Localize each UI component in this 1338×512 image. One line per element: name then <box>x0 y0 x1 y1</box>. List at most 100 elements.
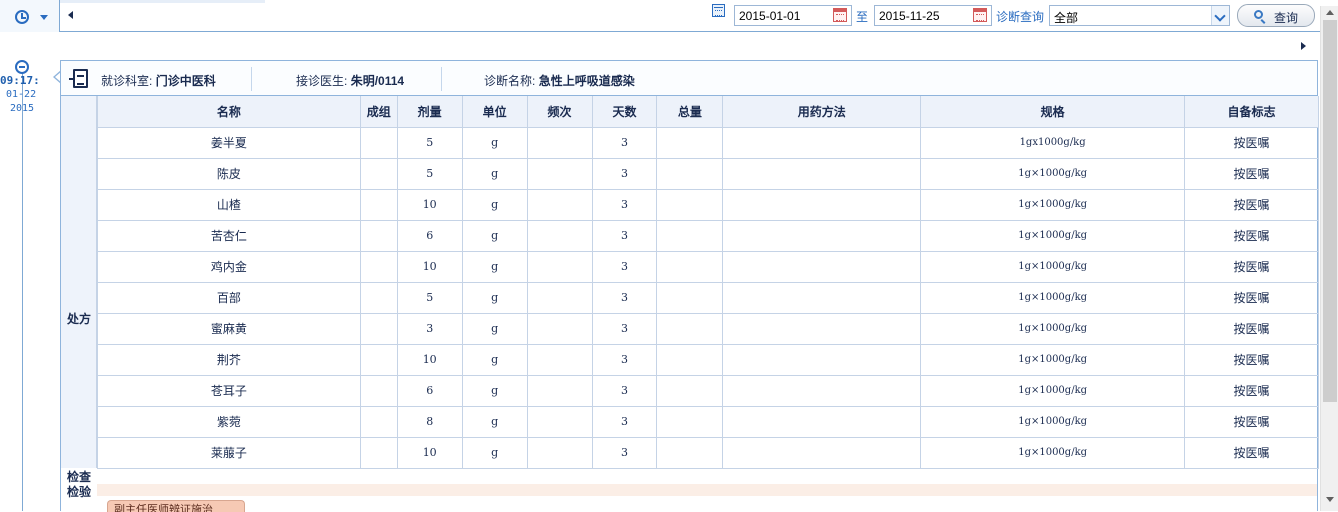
table-row[interactable]: 陈皮 5 g 3 1g×1000g/kg 按医嘱 <box>97 157 1319 190</box>
cell-usage <box>722 219 922 252</box>
column-header-usage: 用药方法 <box>722 96 922 128</box>
diagnosis-value: 急性上呼吸道感染 <box>538 74 635 88</box>
cell-frequency <box>526 312 593 345</box>
cell-spec: 1g×1000g/kg <box>920 157 1186 190</box>
cell-group <box>359 281 398 314</box>
column-header-spec: 规格 <box>920 96 1186 128</box>
date-from-picker-icon[interactable] <box>833 8 847 22</box>
query-button-label: 查询 <box>1274 11 1299 25</box>
cell-total <box>656 405 724 438</box>
table-row[interactable]: 紫菀 8 g 3 1g×1000g/kg 按医嘱 <box>97 405 1319 438</box>
cell-frequency <box>526 188 593 221</box>
diagnosis-query-value: 全部 <box>1054 11 1079 25</box>
lab-section-label: 检验 <box>67 485 92 499</box>
cell-unit: g <box>461 374 528 407</box>
cell-unit: g <box>461 126 528 159</box>
cell-usage <box>722 343 922 376</box>
table-row[interactable]: 山楂 10 g 3 1g×1000g/kg 按医嘱 <box>97 188 1319 221</box>
cell-total <box>656 436 724 469</box>
cell-days: 3 <box>591 188 658 221</box>
cell-frequency <box>526 405 593 438</box>
chevron-down-icon[interactable] <box>1211 6 1229 25</box>
cell-self-provided: 按医嘱 <box>1184 157 1319 190</box>
cell-spec: 1g×1000g/kg <box>920 374 1186 407</box>
date-to-picker-icon[interactable] <box>973 8 987 22</box>
cell-dose: 8 <box>396 405 463 438</box>
column-header-dose: 剂量 <box>396 96 463 128</box>
cell-days: 3 <box>591 126 658 159</box>
cell-name: 鸡内金 <box>97 250 361 283</box>
table-row[interactable]: 鸡内金 10 g 3 1g×1000g/kg 按医嘱 <box>97 250 1319 283</box>
table-row[interactable]: 莱菔子 10 g 3 1g×1000g/kg 按医嘱 <box>97 436 1319 469</box>
column-header-unit: 单位 <box>461 96 528 128</box>
timeline-line <box>22 64 23 511</box>
cell-total <box>656 126 724 159</box>
collapse-left-icon[interactable] <box>68 11 73 19</box>
history-menu-button[interactable] <box>0 0 60 32</box>
cell-frequency <box>526 343 593 376</box>
cell-spec: 1g×1000g/kg <box>920 281 1186 314</box>
cell-unit: g <box>461 312 528 345</box>
cell-usage <box>722 281 922 314</box>
table-row[interactable]: 蜜麻黄 3 g 3 1g×1000g/kg 按医嘱 <box>97 312 1319 345</box>
cell-unit: g <box>461 343 528 376</box>
prescription-table: 名称 成组 剂量 单位 频次 天数 总量 用药方法 规格 自备标志 姜半夏 5 … <box>97 96 1319 469</box>
table-row[interactable]: 苍耳子 6 g 3 1g×1000g/kg 按医嘱 <box>97 374 1319 407</box>
cell-total <box>656 219 724 252</box>
cell-dose: 10 <box>396 188 463 221</box>
department-label: 就诊科室: <box>101 74 153 88</box>
table-row[interactable]: 姜半夏 5 g 3 1gx1000g/kg 按医嘱 <box>97 126 1319 159</box>
column-header-group: 成组 <box>359 96 398 128</box>
cell-group <box>359 126 398 159</box>
cell-days: 3 <box>591 157 658 190</box>
cell-group <box>359 157 398 190</box>
cell-frequency <box>526 219 593 252</box>
cell-self-provided: 按医嘱 <box>1184 250 1319 283</box>
scroll-down-icon[interactable] <box>1326 497 1334 502</box>
scroll-up-icon[interactable] <box>1326 10 1334 15</box>
doctor-label: 接诊医生: <box>296 74 348 88</box>
collapse-record-icon[interactable] <box>15 60 29 74</box>
cell-days: 3 <box>591 436 658 469</box>
expand-right-icon[interactable] <box>1301 42 1306 50</box>
cell-group <box>359 374 398 407</box>
cell-frequency <box>526 436 593 469</box>
prescription-section-column: 处方 <box>61 96 97 468</box>
cell-self-provided: 按医嘱 <box>1184 126 1319 159</box>
column-header-self-provided: 自备标志 <box>1184 96 1319 128</box>
table-row[interactable]: 百部 5 g 3 1g×1000g/kg 按医嘱 <box>97 281 1319 314</box>
doctor-note-tag[interactable]: 副主任医师辨证施治 <box>107 500 245 512</box>
cell-name: 苍耳子 <box>97 374 361 407</box>
prescription-section-label: 处方 <box>67 312 92 326</box>
cell-name: 紫菀 <box>97 405 361 438</box>
cell-dose: 5 <box>396 126 463 159</box>
table-row[interactable]: 苦杏仁 6 g 3 1g×1000g/kg 按医嘱 <box>97 219 1319 252</box>
header-divider <box>251 67 252 91</box>
vertical-scrollbar[interactable] <box>1320 6 1338 511</box>
cell-group <box>359 436 398 469</box>
column-header-days: 天数 <box>591 96 658 128</box>
cell-dose: 10 <box>396 250 463 283</box>
cell-usage <box>722 374 922 407</box>
table-row[interactable]: 荆芥 10 g 3 1g×1000g/kg 按医嘱 <box>97 343 1319 376</box>
cell-frequency <box>526 281 593 314</box>
scroll-thumb[interactable] <box>1323 20 1337 402</box>
cell-self-provided: 按医嘱 <box>1184 312 1319 345</box>
diagnosis-field: 诊断名称: 急性上呼吸道感染 <box>484 72 635 89</box>
department-field: 就诊科室: 门诊中医科 <box>101 72 216 89</box>
query-button[interactable]: 查询 <box>1237 4 1315 27</box>
timeline-year: 2015 <box>10 103 35 114</box>
cell-name: 姜半夏 <box>97 126 361 159</box>
cell-self-provided: 按医嘱 <box>1184 436 1319 469</box>
cell-days: 3 <box>591 281 658 314</box>
cell-usage <box>722 250 922 283</box>
cell-usage <box>722 436 922 469</box>
cell-usage <box>722 405 922 438</box>
cell-frequency <box>526 126 593 159</box>
cell-name: 荆芥 <box>97 343 361 376</box>
diagnosis-query-select[interactable]: 全部 <box>1049 5 1230 26</box>
cell-dose: 10 <box>396 343 463 376</box>
cell-self-provided: 按医嘱 <box>1184 343 1319 376</box>
cell-usage <box>722 312 922 345</box>
cell-dose: 10 <box>396 436 463 469</box>
